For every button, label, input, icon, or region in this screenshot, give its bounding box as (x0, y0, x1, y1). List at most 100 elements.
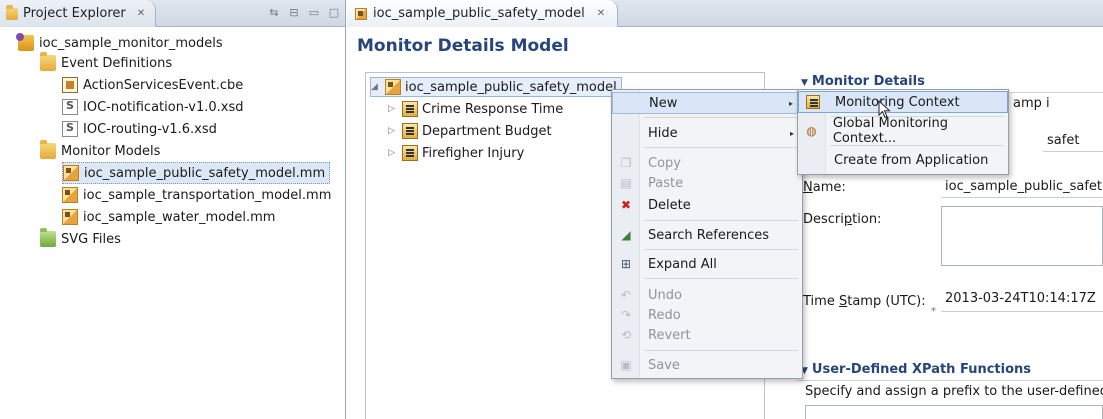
menu-item-hide[interactable]: Hide ▸ (612, 122, 802, 144)
monitor-model-icon (62, 187, 78, 203)
tree-node-file[interactable]: IOC-routing-v1.6.xsd (62, 118, 217, 140)
tree-node-file[interactable]: IOC-notification-v1.0.xsd (62, 96, 244, 118)
collapse-all-icon[interactable]: ⊟ (287, 5, 301, 19)
page-title: Monitor Details Model (357, 36, 569, 56)
submenu-item-create-from-application[interactable]: Create from Application (798, 149, 1008, 171)
name-field[interactable]: ioc_sample_public_safet (941, 176, 1103, 198)
submenu-item-monitoring-context[interactable]: Monitoring Context (798, 91, 1008, 113)
monitor-model-icon (62, 209, 78, 225)
tree-node-monitor-models[interactable]: Monitor Models (40, 140, 160, 162)
menu-item-label: Expand All (648, 256, 717, 272)
menu-item-label: Global Monitoring Context... (832, 116, 948, 146)
submenu-arrow-icon: ▸ (788, 98, 793, 108)
tree-node-project[interactable]: ioc_sample_monitor_models (16, 32, 223, 54)
delete-icon: ✖ (620, 198, 632, 212)
tree-node-file[interactable]: ActionServicesEvent.cbe (62, 74, 243, 96)
menu-separator (644, 220, 798, 221)
tree-node-svg-files[interactable]: SVG Files (40, 228, 121, 250)
cbe-file-icon (62, 77, 78, 93)
save-icon: ▣ (620, 358, 632, 372)
menu-separator (830, 145, 1004, 146)
tree-node-file-selected[interactable]: ioc_sample_public_safety_model.mm (62, 162, 331, 184)
monitor-model-icon (385, 79, 401, 95)
model-tree-item[interactable]: ▷ Crime Response Time (388, 99, 563, 119)
tree-node-label: ioc_sample_public_safety_model.mm (84, 165, 326, 181)
required-marker: * (931, 306, 936, 317)
close-icon[interactable]: ✕ (137, 8, 145, 19)
project-icon (16, 33, 34, 51)
description-textarea[interactable] (941, 206, 1103, 266)
collapsed-twistie-icon[interactable]: ▷ (388, 104, 398, 114)
menu-item-revert[interactable]: ⟲ Revert (612, 324, 802, 346)
menu-item-label: Monitoring Context (835, 94, 960, 110)
link-with-editor-icon[interactable]: ⇆ (267, 5, 281, 19)
timestamp-label: Time Stamp (UTC): (803, 294, 926, 309)
xsd-file-icon (62, 99, 78, 115)
partial-label: amp i (1013, 96, 1050, 111)
menu-item-paste[interactable]: ▤ Paste (612, 172, 802, 194)
partial-field[interactable]: safet (1043, 130, 1103, 152)
tree-node-label: IOC-routing-v1.6.xsd (83, 121, 217, 137)
menu-item-new[interactable]: New ▸ (612, 92, 802, 114)
collapsed-twistie-icon[interactable]: ▷ (388, 148, 398, 158)
search-references-icon: ◢ (621, 228, 631, 242)
monitor-model-icon (63, 165, 79, 181)
section-divider (797, 380, 1103, 381)
timestamp-field[interactable]: 2013-03-24T10:14:17Z (941, 288, 1103, 312)
menu-item-label: Create from Application (834, 152, 989, 168)
timestamp-field-value: 2013-03-24T10:14:17Z (945, 291, 1096, 306)
monitoring-context-icon (799, 95, 827, 109)
menu-item-delete[interactable]: ✖ Delete (612, 194, 802, 216)
copy-icon: ❐ (620, 156, 632, 170)
menu-item-label: Hide (648, 125, 678, 141)
name-label: Name: (803, 180, 846, 195)
svg-folder-icon (40, 228, 56, 247)
xpath-section-header[interactable]: ▼ User-Defined XPath Functions (801, 362, 1031, 380)
expand-all-icon: ⊞ (620, 257, 632, 271)
project-explorer-tab[interactable]: Project Explorer ✕ (0, 0, 157, 27)
menu-item-label: Redo (648, 307, 681, 323)
menu-item-expand-all[interactable]: ⊞ Expand All (612, 253, 802, 275)
menu-separator (644, 147, 798, 148)
tree-node-label: IOC-notification-v1.0.xsd (83, 99, 244, 115)
menu-item-label: Delete (648, 197, 691, 213)
monitoring-context-icon (402, 123, 418, 139)
project-explorer-view: Project Explorer ✕ ⇆ ⊟ ▭ □ ioc_sample_mo… (0, 0, 346, 419)
view-toolbar: ⇆ ⊟ ▭ □ (267, 5, 341, 19)
redo-icon: ↷ (620, 308, 632, 322)
menu-item-label: Copy (648, 155, 681, 171)
tree-node-label: ActionServicesEvent.cbe (83, 77, 244, 93)
model-tree-item-label: Firefigher Injury (422, 145, 525, 161)
monitoring-context-icon (402, 101, 418, 117)
collapse-section-icon: ▼ (801, 78, 808, 88)
undo-icon: ↶ (620, 288, 632, 302)
menu-item-copy[interactable]: ❐ Copy (612, 152, 802, 174)
tree-node-label: SVG Files (61, 231, 121, 247)
menu-item-redo[interactable]: ↷ Redo (612, 304, 802, 326)
editor-tab-label: ioc_sample_public_safety_model (373, 6, 585, 21)
menu-item-undo[interactable]: ↶ Undo (612, 284, 802, 306)
collapsed-twistie-icon[interactable]: ▷ (388, 126, 398, 136)
editor-tab[interactable]: ioc_sample_public_safety_model ✕ (347, 0, 619, 27)
monitoring-context-icon (402, 145, 418, 161)
minimize-icon[interactable]: ▭ (307, 5, 321, 19)
menu-separator (644, 278, 798, 279)
tree-node-file[interactable]: ioc_sample_transportation_model.mm (62, 184, 331, 206)
menu-item-label: Save (648, 357, 680, 373)
submenu-item-global-monitoring-context[interactable]: ◍ Global Monitoring Context... (798, 116, 1008, 146)
menu-item-save[interactable]: ▣ Save (612, 354, 802, 376)
model-tree-root[interactable]: ◢ ioc_sample_public_safety_model (370, 77, 622, 97)
expanded-twistie-icon[interactable]: ◢ (371, 82, 381, 92)
close-icon[interactable]: ✕ (597, 8, 605, 19)
tree-node-label: ioc_sample_transportation_model.mm (83, 187, 332, 203)
model-tree-item[interactable]: ▷ Firefigher Injury (388, 143, 524, 163)
xpath-table[interactable] (805, 405, 1103, 419)
model-tree-item[interactable]: ▷ Department Budget (388, 121, 552, 141)
name-field-value: ioc_sample_public_safet (945, 179, 1103, 194)
tree-node-event-definitions[interactable]: Event Definitions (40, 52, 172, 74)
menu-separator (644, 117, 798, 118)
menu-item-search-references[interactable]: ◢ Search References (612, 224, 802, 246)
menu-item-label: Revert (648, 327, 691, 343)
tree-node-file[interactable]: ioc_sample_water_model.mm (62, 206, 275, 228)
maximize-icon[interactable]: □ (327, 5, 341, 19)
